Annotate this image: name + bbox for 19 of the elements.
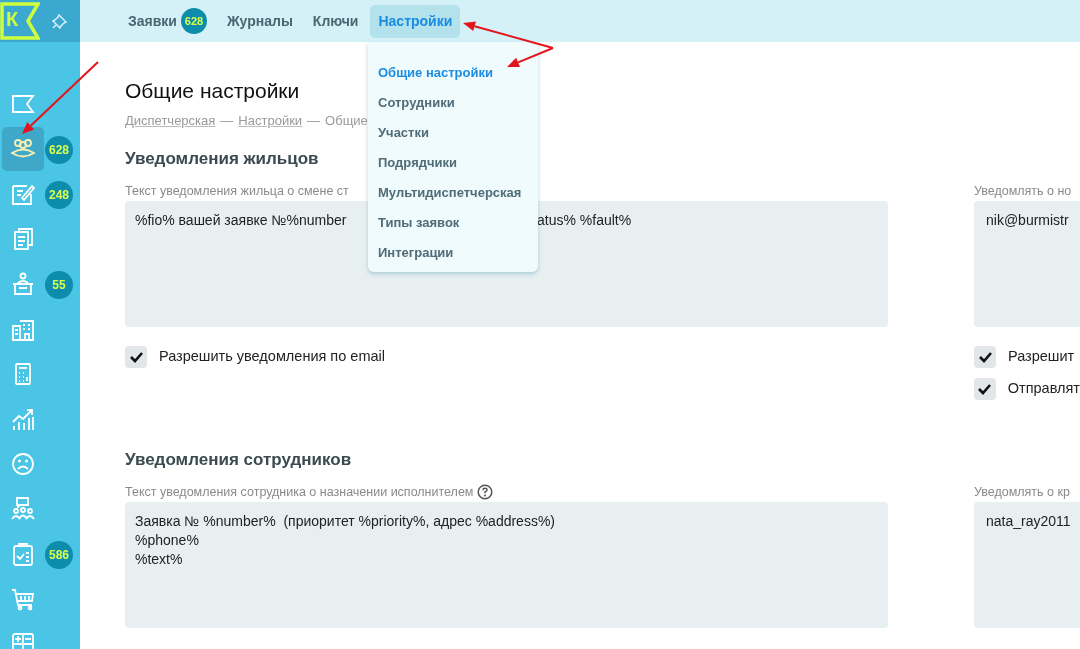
breadcrumb-current: Общие [325, 112, 368, 131]
checkbox-label: Разрешить уведомления по email [159, 347, 385, 367]
field-label: Текст уведомления жильца о смене ст [125, 182, 349, 200]
count-badge: 628 [45, 136, 73, 164]
page-title: Общие настройки [125, 78, 300, 104]
count-badge: 248 [45, 181, 73, 209]
checkbox-label: Отправлят [1007, 379, 1080, 399]
count-badge: 586 [45, 541, 73, 569]
logo-letter: К [6, 9, 19, 29]
field-label: Текст уведомления сотрудника о назначении исполнителем [125, 484, 474, 502]
section-title: Уведомления жильцов [125, 148, 319, 170]
count-badge: 55 [45, 271, 73, 299]
count-badge: 628 [180, 8, 207, 34]
checkbox-label: Разрешит [1008, 347, 1075, 367]
section-title: Уведомления сотрудников [125, 450, 352, 471]
breadcrumb-separator: — [307, 112, 321, 131]
field-label: Уведомлять о кр [974, 484, 1070, 502]
breadcrumb-separator: — [220, 112, 234, 131]
field-label: Уведомлять о но [974, 182, 1072, 200]
